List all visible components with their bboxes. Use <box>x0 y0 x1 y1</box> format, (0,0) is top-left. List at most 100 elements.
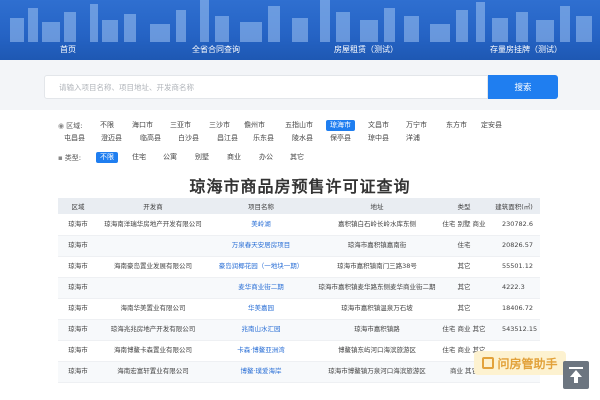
nav-contract-query[interactable]: 全省合同查询 <box>192 44 240 55</box>
nav-listing[interactable]: 存量房挂牌（测试） <box>490 44 562 55</box>
cell-area: 230782.6 <box>488 214 540 236</box>
region-chip[interactable]: 五指山市 <box>285 120 313 131</box>
cell-type: 其它 <box>440 298 488 320</box>
region-chip[interactable]: 不限 <box>100 120 114 131</box>
region-chip[interactable]: 儋州市 <box>244 120 265 131</box>
cell-project-name[interactable]: 美岭湖 <box>208 214 314 236</box>
cell-address: 嘉积镇白石岭长岭水库东侧 <box>314 214 440 236</box>
column-header: 建筑面积(㎡) <box>488 198 540 214</box>
cell-developer: 海南华美置业有限公司 <box>98 298 208 320</box>
table-row[interactable]: 琼海市 海南博鳌卡森置业有限公司 卡森·博鳌亚洲湾 博鳌镇东屿河口海滨旅游区 住宅 商业… <box>58 340 540 362</box>
column-header: 地址 <box>314 198 440 214</box>
cell-type: 住宅 商业 其它 <box>440 319 488 341</box>
cell-developer: 海南博鳌卡森置业有限公司 <box>98 340 208 362</box>
region-chip[interactable]: 陵水县 <box>292 133 313 144</box>
cell-area: 4222.3 <box>488 277 540 299</box>
cell-developer: 海南宏富轩置业有限公司 <box>98 361 208 383</box>
column-header: 类型 <box>440 198 488 214</box>
type-chip[interactable]: 办公 <box>259 152 273 163</box>
cell-region: 琼海市 <box>58 340 98 362</box>
region-chip[interactable]: 定安县 <box>481 120 502 131</box>
cell-project-name[interactable]: 麦华商业街二期 <box>208 277 314 299</box>
type-chip[interactable]: 公寓 <box>163 152 177 163</box>
location-pin-icon: ◉ <box>58 122 65 130</box>
cell-project-name[interactable]: 豪岛润椰花园（一地块一期） <box>208 256 314 278</box>
cell-area: 18406.72 <box>488 298 540 320</box>
region-chip[interactable]: 海口市 <box>132 120 153 131</box>
region-chip[interactable]: 保亭县 <box>330 133 351 144</box>
housing-assistant-button[interactable]: 问房管助手 <box>474 351 566 375</box>
table-row[interactable]: 琼海市 万泉春天安居房项目 琼海市嘉积镇嘉南街 住宅 20826.57 <box>58 235 540 257</box>
search-button[interactable]: 搜索 <box>488 75 558 99</box>
cell-area: 55501.12 <box>488 256 540 278</box>
region-chip[interactable]: 乐东县 <box>253 133 274 144</box>
cell-project-name[interactable]: 万泉春天安居房项目 <box>208 235 314 257</box>
column-header: 项目名称 <box>208 198 314 214</box>
region-chip[interactable]: 白沙县 <box>178 133 199 144</box>
region-chip[interactable]: 临高县 <box>140 133 161 144</box>
cell-developer <box>98 277 208 299</box>
region-label-text: 区域: <box>66 122 83 130</box>
permit-table: 区域 开发商 项目名称 地址 类型 建筑面积(㎡) 琼海市 琼海南洋瑞华房地产开发有限公司美… <box>58 198 540 383</box>
header-banner: 首页 全省合同查询 房屋租赁（测试） 存量房挂牌（测试） <box>0 0 600 60</box>
table-body: 琼海市 琼海南洋瑞华房地产开发有限公司 美岭湖 嘉积镇白石岭长岭水库东侧 住宅 别墅 商… <box>58 214 540 383</box>
cell-region: 琼海市 <box>58 298 98 320</box>
cell-project-name[interactable]: 华美嘉园 <box>208 298 314 320</box>
table-row[interactable]: 琼海市 海南华美置业有限公司 华美嘉园 琼海市嘉积镇温泉万石坡 其它 18406.72 <box>58 298 540 320</box>
region-chip[interactable]: 东方市 <box>446 120 467 131</box>
region-chip[interactable]: 万宁市 <box>406 120 427 131</box>
cell-project-name[interactable]: 卡森·博鳌亚洲湾 <box>208 340 314 362</box>
column-header: 区域 <box>58 198 98 214</box>
cell-developer <box>98 235 208 257</box>
type-chip[interactable]: 别墅 <box>195 152 209 163</box>
assistant-label: 问房管助手 <box>497 356 558 371</box>
cell-type: 住宅 <box>440 235 488 257</box>
region-filter-label: ◉ 区域: <box>58 121 82 131</box>
chat-icon <box>482 357 495 369</box>
table-row[interactable]: 琼海市 琼海南洋瑞华房地产开发有限公司 美岭湖 嘉积镇白石岭长岭水库东侧 住宅 别墅 商… <box>58 214 540 236</box>
region-chip[interactable]: 屯昌县 <box>64 133 85 144</box>
table-row[interactable]: 琼海市 琼海兆兆房地产开发有限公司 兆南山水汇园 琼海市嘉积镇路 住宅 商业 其它 543… <box>58 319 540 341</box>
table-row[interactable]: 琼海市 麦华商业街二期 琼海市嘉积镇麦华路东侧麦华商业街二期 其它 4222.3 <box>58 277 540 299</box>
column-header: 开发商 <box>98 198 208 214</box>
region-chip[interactable]: 三亚市 <box>170 120 191 131</box>
type-label-text: 类型: <box>64 154 82 162</box>
cell-developer: 海南豪岛置业发展有限公司 <box>98 256 208 278</box>
region-chip[interactable]: 洋浦 <box>406 133 420 144</box>
cell-region: 琼海市 <box>58 319 98 341</box>
arrow-up-icon <box>569 367 583 383</box>
cell-region: 琼海市 <box>58 256 98 278</box>
type-chip[interactable]: 不限 <box>96 152 118 163</box>
cell-region: 琼海市 <box>58 214 98 236</box>
region-chip[interactable]: 文昌市 <box>368 120 389 131</box>
back-to-top-button[interactable] <box>563 361 589 389</box>
table-row[interactable]: 琼海市 海南豪岛置业发展有限公司 豪岛润椰花园（一地块一期） 琼海市嘉积镇南门三路38… <box>58 256 540 278</box>
top-nav: 首页 全省合同查询 房屋租赁（测试） 存量房挂牌（测试） <box>0 42 600 60</box>
type-filter-label: ▪ 类型: <box>58 153 81 163</box>
list-dot-icon: ▪ <box>58 154 63 162</box>
type-chip[interactable]: 商业 <box>227 152 241 163</box>
region-chip[interactable]: 三沙市 <box>209 120 230 131</box>
search-area: 搜索 <box>0 60 600 110</box>
type-chip[interactable]: 住宅 <box>132 152 146 163</box>
region-chip[interactable]: 琼中县 <box>368 133 389 144</box>
page-title: 琼海市商品房预售许可证查询 <box>189 177 411 196</box>
cell-developer: 琼海兆兆房地产开发有限公司 <box>98 319 208 341</box>
region-chip[interactable]: 澄迈县 <box>101 133 122 144</box>
cell-type: 住宅 别墅 商业 <box>440 214 488 236</box>
cell-project-name[interactable]: 兆南山水汇园 <box>208 319 314 341</box>
table-row[interactable]: 琼海市 海南宏富轩置业有限公司 博鳌·璞爱海岸 琼海市博鳌镇万泉河口海滨旅游区 商业 其… <box>58 361 540 383</box>
search-input[interactable] <box>44 75 488 99</box>
cell-region: 琼海市 <box>58 277 98 299</box>
nav-home[interactable]: 首页 <box>60 44 76 55</box>
cell-region: 琼海市 <box>58 361 98 383</box>
cell-address: 博鳌镇东屿河口海滨旅游区 <box>314 340 440 362</box>
cell-address: 琼海市嘉积镇南门三路38号 <box>314 256 440 278</box>
cell-project-name[interactable]: 博鳌·璞爱海岸 <box>208 361 314 383</box>
type-chip[interactable]: 其它 <box>290 152 304 163</box>
region-chip[interactable]: 昌江县 <box>217 133 238 144</box>
cell-address: 琼海市嘉积镇嘉南街 <box>314 235 440 257</box>
region-chip[interactable]: 琼海市 <box>326 120 355 131</box>
nav-rental[interactable]: 房屋租赁（测试） <box>334 44 398 55</box>
cell-region: 琼海市 <box>58 235 98 257</box>
